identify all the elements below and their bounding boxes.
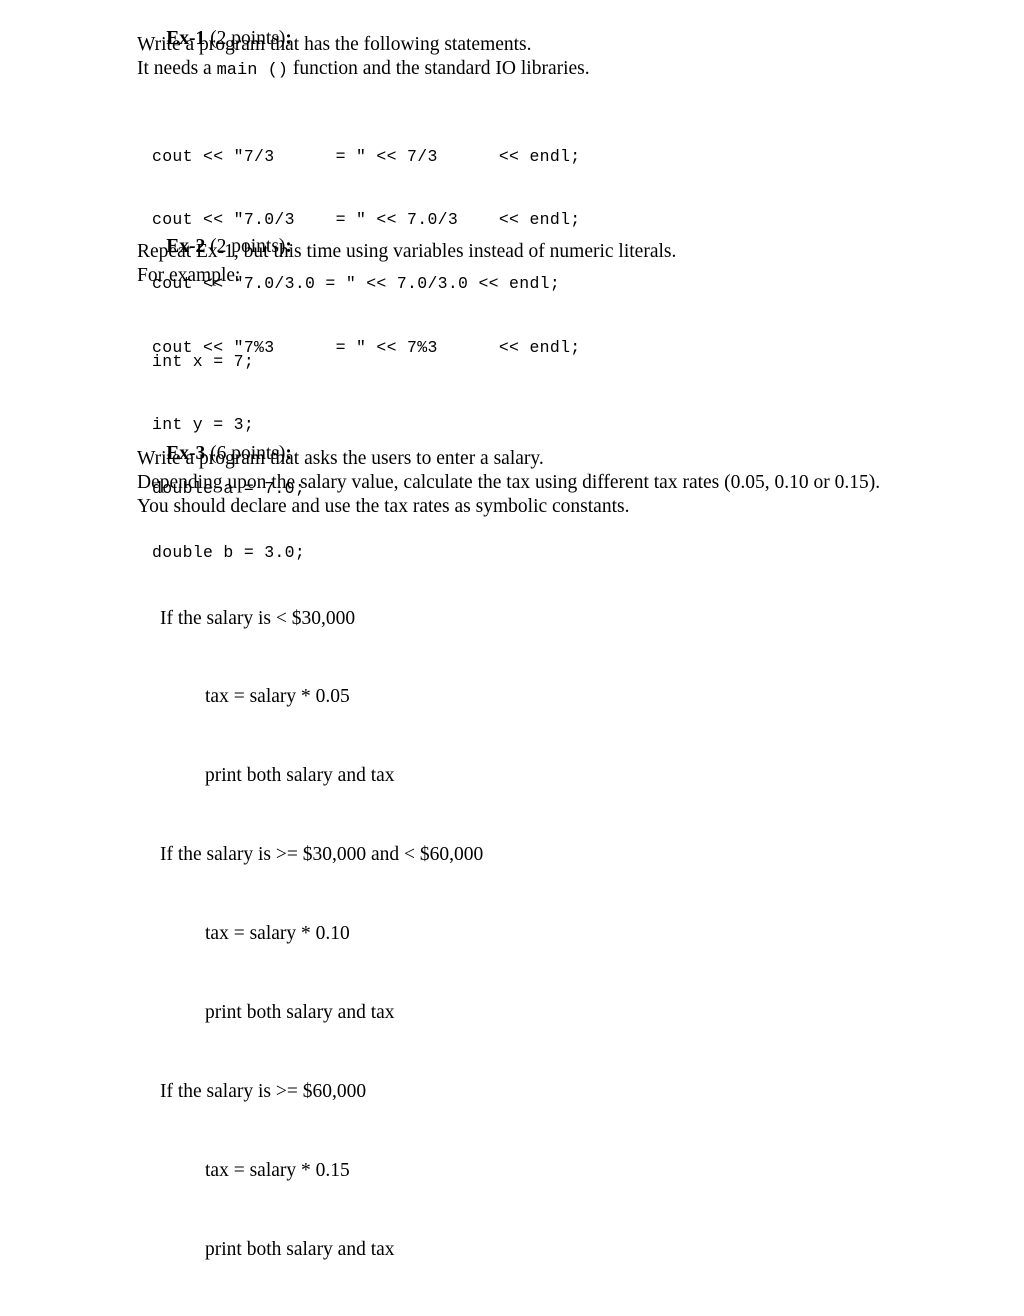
pseudocode-line: If the salary is < $30,000 bbox=[160, 607, 356, 629]
pseudocode-line: print both salary and tax bbox=[205, 1002, 395, 1024]
exercise-1-body-suffix: function and the standard IO libraries. bbox=[288, 58, 590, 79]
exercise-2-body-line-2: For example: bbox=[137, 265, 241, 286]
exercise-1-body-line-2: It needs a main () function and the stan… bbox=[137, 58, 590, 82]
exercise-3-body-line-3: You should declare and use the tax rates… bbox=[137, 496, 630, 517]
pseudocode-line: If the salary is >= $30,000 and < $60,00… bbox=[160, 844, 484, 866]
exercise-1-body-line-1: Write a program that has the following s… bbox=[137, 34, 532, 55]
pseudocode-line: If the salary is >= $60,000 bbox=[160, 1080, 367, 1102]
pseudocode-line: tax = salary * 0.10 bbox=[205, 923, 350, 945]
document-page: Ex-1 (2 points): Write a program that ha… bbox=[0, 0, 1024, 1260]
exercise-2-body-line-1: Repeat Ex-1, but this time using variabl… bbox=[137, 241, 677, 262]
exercise-3-body-line-1: Write a program that asks the users to e… bbox=[137, 448, 544, 469]
exercise-3-pseudocode-block: If the salary is < $30,000 tax = salary … bbox=[160, 553, 483, 1316]
exercise-1-body-prefix: It needs a bbox=[137, 58, 217, 79]
exercise-3-body-line-2: Depending upon the salary value, calcula… bbox=[137, 472, 881, 493]
pseudocode-line: tax = salary * 0.05 bbox=[205, 686, 350, 708]
pseudocode-line: tax = salary * 0.15 bbox=[205, 1159, 350, 1181]
pseudocode-line: print both salary and tax bbox=[205, 765, 395, 787]
code-line: int x = 7; bbox=[152, 351, 255, 371]
exercise-1-inline-code: main () bbox=[216, 61, 289, 80]
pseudocode-line: print both salary and tax bbox=[205, 1238, 395, 1260]
code-line: cout << "7/3 = " << 7/3 << endl; bbox=[152, 146, 581, 166]
